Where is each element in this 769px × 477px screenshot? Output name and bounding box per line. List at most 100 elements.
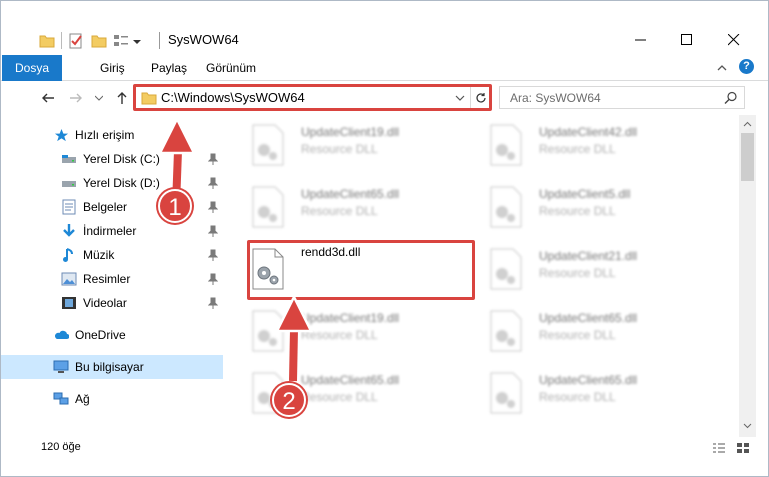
maximize-button[interactable]: [664, 27, 710, 53]
dll-file-icon: [252, 186, 284, 228]
expand-ribbon-icon[interactable]: [716, 62, 728, 74]
file-item[interactable]: UpdateClient65.dll Resource DLL: [469, 303, 699, 355]
sidebar-item-label: Ağ: [75, 392, 90, 406]
folder-icon[interactable]: [39, 33, 55, 49]
tab-home[interactable]: Giriş: [100, 55, 125, 81]
pin-icon[interactable]: [208, 153, 218, 165]
close-icon: [728, 34, 740, 46]
pin-icon[interactable]: [208, 297, 218, 309]
sidebar-item-pictures[interactable]: Resimler: [1, 267, 223, 291]
details-view-icon[interactable]: [712, 442, 726, 454]
qa-separator: [61, 32, 62, 49]
tab-file[interactable]: Dosya: [2, 55, 62, 81]
dll-file-icon: [252, 124, 284, 166]
search-icon[interactable]: [724, 91, 738, 105]
sidebar-item-label: İndirmeler: [83, 224, 137, 238]
file-type: Resource DLL: [301, 142, 378, 156]
back-button[interactable]: [39, 89, 57, 107]
file-item[interactable]: UpdateClient5.dll Resource DLL: [469, 179, 699, 231]
sidebar-item-label: Resimler: [83, 272, 131, 286]
dll-file-icon: [490, 310, 522, 352]
recent-locations-button[interactable]: [93, 89, 105, 107]
sidebar-item-downloads[interactable]: İndirmeler: [1, 219, 223, 243]
pin-icon[interactable]: [208, 273, 218, 285]
drive-icon: [61, 151, 77, 167]
pin-icon[interactable]: [208, 225, 218, 237]
file-name: UpdateClient19.dll: [301, 125, 400, 139]
file-type: Resource DLL: [539, 328, 616, 342]
dll-file-icon: [490, 372, 522, 414]
file-type: Resource DLL: [539, 142, 616, 156]
scroll-down-icon[interactable]: [743, 421, 752, 430]
dll-file-icon: [490, 248, 522, 290]
maximize-icon: [681, 34, 692, 45]
window-title: SysWOW64: [168, 32, 239, 47]
pin-icon[interactable]: [208, 249, 218, 261]
scroll-thumb[interactable]: [741, 133, 754, 181]
item-count: 120 öğe: [41, 441, 81, 453]
file-item[interactable]: UpdateClient19.dll Resource DLL: [231, 303, 461, 355]
file-type: Resource DLL: [301, 390, 378, 404]
help-icon[interactable]: ?: [739, 59, 754, 74]
arrow-annotation-2: [274, 294, 314, 382]
sidebar-item-network[interactable]: Ağ: [1, 387, 223, 411]
network-icon: [53, 391, 69, 407]
chevron-down-icon[interactable]: [132, 33, 142, 49]
file-type: Resource DLL: [539, 390, 616, 404]
file-name: UpdateClient65.dll: [539, 311, 638, 325]
minimize-button[interactable]: [618, 27, 664, 53]
tab-view[interactable]: Görünüm: [206, 55, 256, 81]
file-item[interactable]: UpdateClient21.dll Resource DLL: [469, 241, 699, 293]
view-menu-icon[interactable]: [113, 33, 129, 49]
status-bar: 120 öğe: [1, 437, 768, 459]
sidebar-item-label: Yerel Disk (C:): [83, 152, 160, 166]
file-item[interactable]: UpdateClient42.dll Resource DLL: [469, 117, 699, 169]
step-1-badge: 1: [158, 189, 192, 223]
up-arrow-icon: [117, 92, 127, 104]
address-highlight-box: [133, 84, 492, 111]
file-item[interactable]: UpdateClient65.dll Resource DLL: [231, 365, 461, 417]
pin-icon[interactable]: [208, 201, 218, 213]
title-separator: [159, 32, 160, 49]
properties-icon[interactable]: [68, 33, 84, 49]
sidebar-item-label: Müzik: [83, 248, 115, 262]
close-button[interactable]: [711, 27, 757, 53]
navigation-bar: C:\Windows\SysWOW64 Ara: SysWOW64: [1, 81, 768, 115]
new-folder-icon[interactable]: [91, 33, 107, 49]
file-type: Resource DLL: [539, 266, 616, 280]
file-item[interactable]: UpdateClient19.dll Resource DLL: [231, 117, 461, 169]
scroll-up-icon[interactable]: [743, 120, 752, 129]
file-type: Resource DLL: [539, 204, 616, 218]
step-2-badge: 2: [272, 383, 306, 417]
computer-icon: [53, 359, 69, 375]
explorer-window: SysWOW64 Dosya Giriş Paylaş Görünüm ? C:…: [0, 0, 769, 477]
sidebar-item-music[interactable]: Müzik: [1, 243, 223, 267]
sidebar-item-label: Videolar: [83, 296, 127, 310]
sidebar-item-videos[interactable]: Videolar: [1, 291, 223, 315]
file-item[interactable]: UpdateClient65.dll Resource DLL: [469, 365, 699, 417]
search-box[interactable]: Ara: SysWOW64: [499, 86, 745, 109]
file-item[interactable]: UpdateClient65.dll Resource DLL: [231, 179, 461, 231]
dll-file-icon: [490, 124, 522, 166]
ribbon-tabs: Dosya Giriş Paylaş Görünüm: [1, 55, 768, 81]
pin-icon[interactable]: [208, 177, 218, 189]
sidebar-item-label: Hızlı erişim: [75, 128, 135, 142]
forward-button[interactable]: [67, 89, 85, 107]
minimize-icon: [635, 39, 646, 41]
chevron-down-icon: [95, 95, 103, 101]
title-bar: SysWOW64: [1, 1, 768, 55]
file-type: Resource DLL: [301, 204, 378, 218]
file-name: UpdateClient21.dll: [539, 249, 638, 263]
sidebar-item-label: Bu bilgisayar: [75, 360, 144, 374]
sidebar-item-this-pc[interactable]: Bu bilgisayar: [1, 355, 223, 379]
vertical-scrollbar[interactable]: [739, 115, 756, 437]
sidebar-item-onedrive[interactable]: OneDrive: [1, 323, 223, 347]
tab-share[interactable]: Paylaş: [151, 55, 187, 81]
pictures-icon: [61, 271, 77, 287]
up-button[interactable]: [113, 89, 131, 107]
documents-icon: [61, 199, 77, 215]
star-icon: [53, 127, 69, 143]
search-placeholder: Ara: SysWOW64: [510, 91, 601, 105]
downloads-icon: [61, 223, 77, 239]
large-icons-view-icon[interactable]: [736, 442, 750, 454]
